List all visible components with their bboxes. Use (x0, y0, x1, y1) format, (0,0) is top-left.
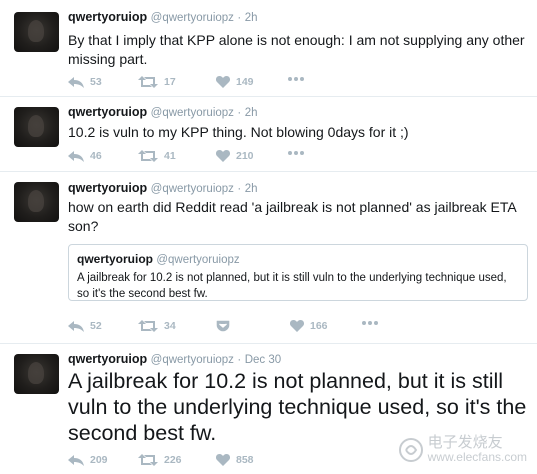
reply-count: 46 (90, 150, 102, 162)
more-button[interactable] (287, 76, 305, 82)
user-name[interactable]: qwertyoruiop (68, 352, 147, 366)
user-name[interactable]: qwertyoruiop (68, 105, 147, 119)
quoted-tweet-text: A jailbreak for 10.2 is not planned, but… (77, 272, 507, 300)
quoted-tweet-header: qwertyoruiop @qwertyoruiopz (77, 252, 519, 266)
reply-icon (68, 150, 84, 162)
separator-dot: · (237, 354, 242, 366)
reply-icon (68, 454, 84, 466)
avatar[interactable] (14, 107, 59, 147)
retweet-icon (138, 320, 158, 332)
watermark-logo-icon (398, 438, 423, 462)
reply-count: 209 (90, 454, 108, 466)
reply-button[interactable]: 46 (68, 150, 102, 162)
avatar[interactable] (14, 354, 59, 394)
retweet-icon (138, 150, 158, 162)
separator-dot: · (237, 12, 242, 24)
retweet-icon (138, 76, 158, 88)
retweet-count: 226 (164, 454, 182, 466)
quoted-tweet[interactable]: qwertyoruiop @qwertyoruiopz A jailbreak … (68, 244, 528, 301)
user-name[interactable]: qwertyoruiop (68, 10, 147, 24)
tweet-text: 10.2 is vuln to my KPP thing. Not blowin… (68, 124, 409, 140)
like-button[interactable]: 210 (216, 150, 254, 162)
like-count: 149 (236, 76, 254, 88)
tweet-time[interactable]: Dec 30 (245, 354, 281, 366)
tweet-4[interactable]: qwertyoruiop @qwertyoruiopz · Dec 30 A j… (0, 344, 537, 474)
tweet-header: qwertyoruiop @qwertyoruiopz · 2h (68, 10, 258, 24)
reply-button[interactable]: 53 (68, 76, 102, 88)
like-count: 858 (236, 454, 254, 466)
retweet-button[interactable]: 226 (138, 454, 182, 466)
retweet-count: 34 (164, 320, 176, 332)
retweet-icon (138, 454, 158, 466)
tweet-1[interactable]: qwertyoruiop @qwertyoruiopz · 2h By that… (0, 0, 537, 97)
like-count: 210 (236, 150, 254, 162)
like-button[interactable]: 166 (290, 320, 328, 332)
user-handle[interactable]: @qwertyoruiopz (151, 183, 234, 195)
retweet-button[interactable]: 34 (138, 320, 176, 332)
heart-icon (216, 454, 230, 466)
tweet-2[interactable]: qwertyoruiop @qwertyoruiopz · 2h 10.2 is… (0, 97, 537, 172)
more-button[interactable] (287, 150, 305, 156)
reply-count: 53 (90, 76, 102, 88)
user-handle[interactable]: @qwertyoruiopz (151, 12, 234, 24)
separator-dot: · (237, 183, 242, 195)
direct-message-icon (216, 320, 230, 332)
more-icon (288, 77, 304, 81)
tweet-3[interactable]: qwertyoruiop @qwertyoruiopz · 2h how on … (0, 172, 537, 344)
more-icon (362, 321, 378, 325)
quoted-user-handle: @qwertyoruiopz (156, 254, 240, 266)
tweet-text: By that I imply that KPP alone is not en… (68, 32, 525, 67)
reply-icon (68, 320, 84, 332)
more-icon (288, 151, 304, 155)
retweet-button[interactable]: 17 (138, 76, 176, 88)
like-button[interactable]: 149 (216, 76, 254, 88)
heart-icon (216, 76, 230, 88)
reply-count: 52 (90, 320, 102, 332)
tweet-time[interactable]: 2h (245, 107, 258, 119)
retweet-count: 41 (164, 150, 176, 162)
reply-button[interactable]: 52 (68, 320, 102, 332)
site-watermark: 电子发烧友 www.elecfans.com (398, 434, 527, 464)
like-count: 166 (310, 320, 328, 332)
tweet-time[interactable]: 2h (245, 12, 258, 24)
user-handle[interactable]: @qwertyoruiopz (151, 107, 234, 119)
heart-icon (290, 320, 304, 332)
tweet-time[interactable]: 2h (245, 183, 258, 195)
watermark-url: www.elecfans.com (427, 450, 527, 464)
reply-icon (68, 76, 84, 88)
tweet-header: qwertyoruiop @qwertyoruiopz · Dec 30 (68, 352, 281, 366)
user-name[interactable]: qwertyoruiop (68, 181, 147, 195)
retweet-count: 17 (164, 76, 176, 88)
tweet-text: how on earth did Reddit read 'a jailbrea… (68, 199, 516, 234)
retweet-button[interactable]: 41 (138, 150, 176, 162)
watermark-title: 电子发烧友 (427, 434, 503, 451)
quoted-user-name: qwertyoruiop (77, 252, 154, 266)
heart-icon (216, 150, 230, 162)
direct-message-button[interactable] (216, 320, 230, 332)
avatar[interactable] (14, 12, 59, 52)
reply-button[interactable]: 209 (68, 454, 108, 466)
tweet-header: qwertyoruiop @qwertyoruiopz · 2h (68, 181, 258, 195)
avatar[interactable] (14, 182, 59, 222)
tweet-header: qwertyoruiop @qwertyoruiopz · 2h (68, 105, 258, 119)
more-button[interactable] (361, 320, 379, 326)
separator-dot: · (237, 107, 242, 119)
like-button[interactable]: 858 (216, 454, 254, 466)
user-handle[interactable]: @qwertyoruiopz (151, 354, 234, 366)
